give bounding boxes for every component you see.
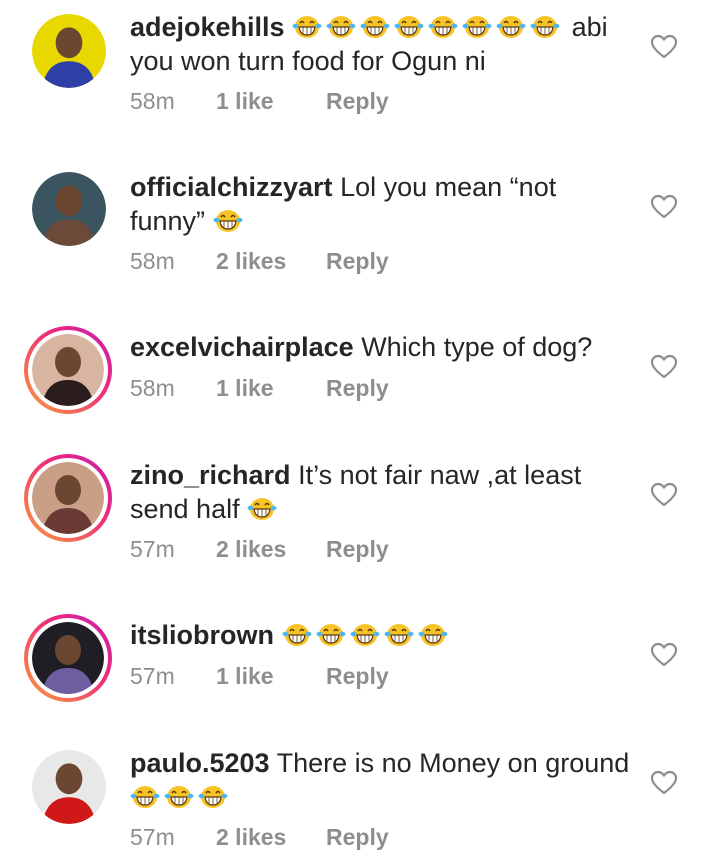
reply-button[interactable]: Reply	[326, 88, 389, 115]
laughing-tears-emoji-icon	[247, 498, 277, 520]
comment-timestamp: 58m	[130, 375, 175, 401]
comment-username[interactable]: itsliobrown	[130, 620, 274, 650]
comment-like-count[interactable]: 1 like	[216, 663, 326, 690]
comment-meta: 57m 2 likes Reply	[130, 824, 389, 851]
laughing-tears-emoji-icon	[530, 16, 560, 38]
comment-text: paulo.5203 There is no Money on ground	[130, 746, 630, 814]
laughing-tears-emoji-icon	[496, 16, 526, 38]
like-heart-icon[interactable]	[650, 642, 678, 668]
avatar-photo	[32, 462, 104, 534]
reply-button[interactable]: Reply	[326, 375, 389, 402]
comment-text: adejokehills abi you won turn food for O…	[130, 10, 630, 78]
laughing-tears-emoji-icon	[164, 786, 194, 808]
comment-timestamp: 57m	[130, 536, 175, 562]
avatar-photo	[32, 334, 104, 406]
reply-button[interactable]: Reply	[326, 824, 389, 851]
comment-timestamp: 57m	[130, 663, 175, 689]
comment-meta: 58m 2 likes Reply	[130, 248, 389, 275]
comment-text: excelvichairplace Which type of dog?	[130, 330, 630, 364]
comment-like-count[interactable]: 2 likes	[216, 824, 326, 851]
laughing-tears-emoji-icon	[428, 16, 458, 38]
comment-timestamp: 58m	[130, 88, 175, 114]
comment-text: officialchizzyart Lol you mean “not funn…	[130, 170, 630, 238]
comment-username[interactable]: officialchizzyart	[130, 172, 333, 202]
laughing-tears-emoji-icon	[316, 624, 346, 646]
comment-meta: 58m 1 like Reply	[130, 375, 389, 402]
laughing-tears-emoji-icon	[292, 16, 322, 38]
laughing-tears-emoji-icon	[130, 786, 160, 808]
like-heart-icon[interactable]	[650, 34, 678, 60]
laughing-tears-emoji-icon	[418, 624, 448, 646]
comment-username[interactable]: paulo.5203	[130, 748, 270, 778]
laughing-tears-emoji-icon	[326, 16, 356, 38]
reply-button[interactable]: Reply	[326, 536, 389, 563]
comment-like-count[interactable]: 1 like	[216, 375, 326, 402]
laughing-tears-emoji-icon	[384, 624, 414, 646]
laughing-tears-emoji-icon	[350, 624, 380, 646]
avatar[interactable]	[32, 14, 106, 88]
laughing-tears-emoji-icon	[213, 210, 243, 232]
comment-body: Which type of dog?	[361, 332, 593, 362]
avatar[interactable]	[32, 750, 106, 824]
avatar[interactable]	[32, 172, 106, 246]
comment-meta: 58m 1 like Reply	[130, 88, 389, 115]
laughing-tears-emoji-icon	[360, 16, 390, 38]
story-ring-inner	[28, 330, 108, 410]
comment-text: itsliobrown	[130, 618, 630, 652]
comment-timestamp: 57m	[130, 824, 175, 850]
laughing-tears-emoji-icon	[394, 16, 424, 38]
reply-button[interactable]: Reply	[326, 663, 389, 690]
avatar-photo	[32, 750, 106, 824]
laughing-tears-emoji-icon	[282, 624, 312, 646]
comment-username[interactable]: zino_richard	[130, 460, 291, 490]
story-ring-inner	[28, 618, 108, 698]
comment-meta: 57m 2 likes Reply	[130, 536, 389, 563]
comment-username[interactable]: excelvichairplace	[130, 332, 354, 362]
comment-username[interactable]: adejokehills	[130, 12, 285, 42]
like-heart-icon[interactable]	[650, 354, 678, 380]
story-ring-inner	[28, 458, 108, 538]
avatar-photo	[32, 172, 106, 246]
like-heart-icon[interactable]	[650, 770, 678, 796]
comment-like-count[interactable]: 2 likes	[216, 536, 326, 563]
comment-text: zino_richard It’s not fair naw ,at least…	[130, 458, 630, 526]
avatar[interactable]	[24, 614, 112, 702]
like-heart-icon[interactable]	[650, 482, 678, 508]
laughing-tears-emoji-icon	[198, 786, 228, 808]
like-heart-icon[interactable]	[650, 194, 678, 220]
avatar[interactable]	[24, 454, 112, 542]
comment-meta: 57m 1 like Reply	[130, 663, 389, 690]
comment-timestamp: 58m	[130, 248, 175, 274]
comment-body: There is no Money on ground	[276, 748, 630, 778]
avatar-photo	[32, 622, 104, 694]
avatar-photo	[32, 14, 106, 88]
comment-like-count[interactable]: 1 like	[216, 88, 326, 115]
reply-button[interactable]: Reply	[326, 248, 389, 275]
laughing-tears-emoji-icon	[462, 16, 492, 38]
comment-like-count[interactable]: 2 likes	[216, 248, 326, 275]
avatar[interactable]	[24, 326, 112, 414]
